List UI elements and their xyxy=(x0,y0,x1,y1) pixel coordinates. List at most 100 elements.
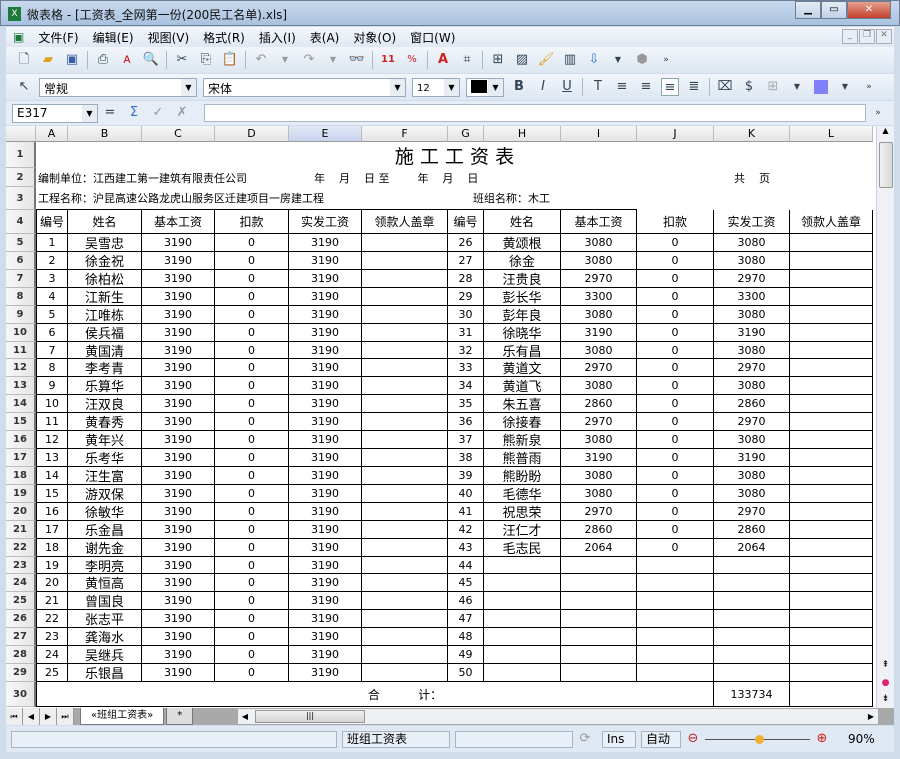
menu-view[interactable]: 视图(V) xyxy=(141,29,197,46)
menu-file[interactable]: 文件(F) xyxy=(31,29,85,46)
table-cell[interactable]: 0 xyxy=(215,485,289,503)
employee-name[interactable] xyxy=(484,664,561,682)
table-cell[interactable] xyxy=(637,628,714,646)
column-label[interactable]: 扣款 xyxy=(215,210,289,234)
table-cell[interactable]: 3190 xyxy=(289,521,362,539)
table-cell[interactable]: 2 xyxy=(36,252,68,270)
table-cell[interactable]: 0 xyxy=(215,646,289,664)
table-cell[interactable] xyxy=(561,574,637,592)
table-cell[interactable]: 3190 xyxy=(289,503,362,521)
employee-name[interactable]: 徐金 xyxy=(484,252,561,270)
table-cell[interactable]: 3190 xyxy=(289,485,362,503)
chart-icon[interactable]: ▥ xyxy=(561,51,579,69)
table-cell[interactable]: 27 xyxy=(448,252,484,270)
table-cell[interactable]: 3190 xyxy=(142,359,215,377)
table-cell[interactable]: 42 xyxy=(448,521,484,539)
font-size-select[interactable]: 12 ▼ xyxy=(412,77,460,97)
employee-name[interactable]: 侯兵福 xyxy=(68,324,142,342)
redo-icon[interactable]: ↷ xyxy=(300,51,318,69)
text-direction-icon[interactable]: T xyxy=(589,78,607,96)
table-cell[interactable]: 7 xyxy=(36,342,68,359)
table-cell[interactable]: 2064 xyxy=(714,539,790,557)
employee-name[interactable]: 徐敏华 xyxy=(68,503,142,521)
format-painter-icon[interactable]: 🖌 xyxy=(537,51,555,69)
table-cell[interactable] xyxy=(561,592,637,610)
table-cell[interactable]: 0 xyxy=(215,664,289,682)
cell-reference-box[interactable]: E317 ▼ xyxy=(12,103,98,123)
table-cell[interactable]: 0 xyxy=(637,324,714,342)
table-cell[interactable]: 13 xyxy=(36,449,68,467)
menu-edit[interactable]: 编辑(E) xyxy=(86,29,141,46)
table-cell[interactable] xyxy=(637,610,714,628)
table-cell[interactable] xyxy=(362,431,448,449)
table-cell[interactable]: 2970 xyxy=(561,503,637,521)
table-cell[interactable]: 3190 xyxy=(142,306,215,324)
employee-name[interactable] xyxy=(484,646,561,664)
column-header-D[interactable]: D xyxy=(215,126,289,142)
table-cell[interactable] xyxy=(561,557,637,574)
close-button[interactable]: ✕ xyxy=(847,1,891,19)
table-cell[interactable] xyxy=(362,342,448,359)
table-cell[interactable]: 0 xyxy=(637,342,714,359)
underline-icon[interactable]: U xyxy=(558,78,576,96)
page-up-icon[interactable]: ⇞ xyxy=(877,660,894,670)
table-cell[interactable] xyxy=(362,628,448,646)
new-sheet-tab[interactable]: * xyxy=(166,708,194,725)
table-cell[interactable]: 3080 xyxy=(714,467,790,485)
table-cell[interactable]: 3190 xyxy=(289,306,362,324)
employee-name[interactable]: 李明亮 xyxy=(68,557,142,574)
table-cell[interactable]: 3080 xyxy=(561,485,637,503)
table-cell[interactable]: 47 xyxy=(448,610,484,628)
employee-name[interactable]: 徐晓华 xyxy=(484,324,561,342)
row-header-24[interactable]: 24 xyxy=(6,574,36,592)
calc-mode[interactable]: 自动 xyxy=(641,730,681,748)
scroll-left-icon[interactable]: ◀ xyxy=(238,709,252,724)
vertical-scroll-thumb[interactable] xyxy=(879,142,893,188)
table-cell[interactable] xyxy=(362,664,448,682)
table-cell[interactable]: 3190 xyxy=(142,485,215,503)
refresh-icon[interactable]: ⟳ xyxy=(576,730,594,748)
employee-name[interactable]: 江唯栋 xyxy=(68,306,142,324)
row-header-14[interactable]: 14 xyxy=(6,395,36,413)
table-cell[interactable]: 3190 xyxy=(289,252,362,270)
table-cell[interactable]: 3190 xyxy=(142,503,215,521)
horizontal-scroll-thumb[interactable]: ||| xyxy=(255,710,365,723)
table-cell[interactable]: 0 xyxy=(215,252,289,270)
table-cell[interactable]: 3080 xyxy=(714,234,790,252)
undo-icon[interactable]: ↶ xyxy=(252,51,270,69)
table-cell[interactable]: 0 xyxy=(215,413,289,431)
table-cell[interactable]: 0 xyxy=(637,449,714,467)
table-cell[interactable] xyxy=(790,377,873,395)
paste-icon[interactable]: 📋 xyxy=(221,51,239,69)
table-cell[interactable]: 3190 xyxy=(142,342,215,359)
table-cell[interactable]: 3190 xyxy=(289,574,362,592)
column-header-L[interactable]: L xyxy=(790,126,873,142)
table-cell[interactable]: 0 xyxy=(215,503,289,521)
table-cell[interactable] xyxy=(790,306,873,324)
table-cell[interactable] xyxy=(790,485,873,503)
row-header-21[interactable]: 21 xyxy=(6,521,36,539)
sheet-title[interactable]: 施 工 工 资 表 xyxy=(36,142,873,168)
table-cell[interactable]: 30 xyxy=(448,306,484,324)
employee-name[interactable]: 乐算华 xyxy=(68,377,142,395)
project-name[interactable]: 工程名称：沪昆高速公路龙虎山服务区迁建项目一房建工程 xyxy=(36,187,484,210)
grid-icon[interactable]: ⊞ xyxy=(489,51,507,69)
employee-name[interactable]: 乐有昌 xyxy=(484,342,561,359)
employee-name[interactable]: 汪双良 xyxy=(68,395,142,413)
menu-object[interactable]: 对象(O) xyxy=(346,29,403,46)
table-cell[interactable]: 0 xyxy=(215,306,289,324)
sort-icon[interactable]: ⇩ xyxy=(585,51,603,69)
cut-icon[interactable]: ✂ xyxy=(173,51,191,69)
spreadsheet-grid[interactable]: A B C D E F G H I J K L 1 2 3 4 5 6 7 8 9 10 11 12 13 14 15 16 17 18 1… xyxy=(6,126,876,708)
chevron-down-icon[interactable]: ▼ xyxy=(82,104,97,122)
table-cell[interactable] xyxy=(790,664,873,682)
employee-name[interactable] xyxy=(484,557,561,574)
maximize-button[interactable]: ▭ xyxy=(821,1,847,19)
table-cell[interactable]: 0 xyxy=(637,359,714,377)
table-cell[interactable]: 3080 xyxy=(714,252,790,270)
table-cell[interactable] xyxy=(790,503,873,521)
employee-name[interactable]: 李考青 xyxy=(68,359,142,377)
employee-name[interactable]: 彭长华 xyxy=(484,288,561,306)
table-cell[interactable]: 2970 xyxy=(561,270,637,288)
vertical-scrollbar[interactable]: ▲ ⇞ ● ⇟ xyxy=(876,126,894,708)
